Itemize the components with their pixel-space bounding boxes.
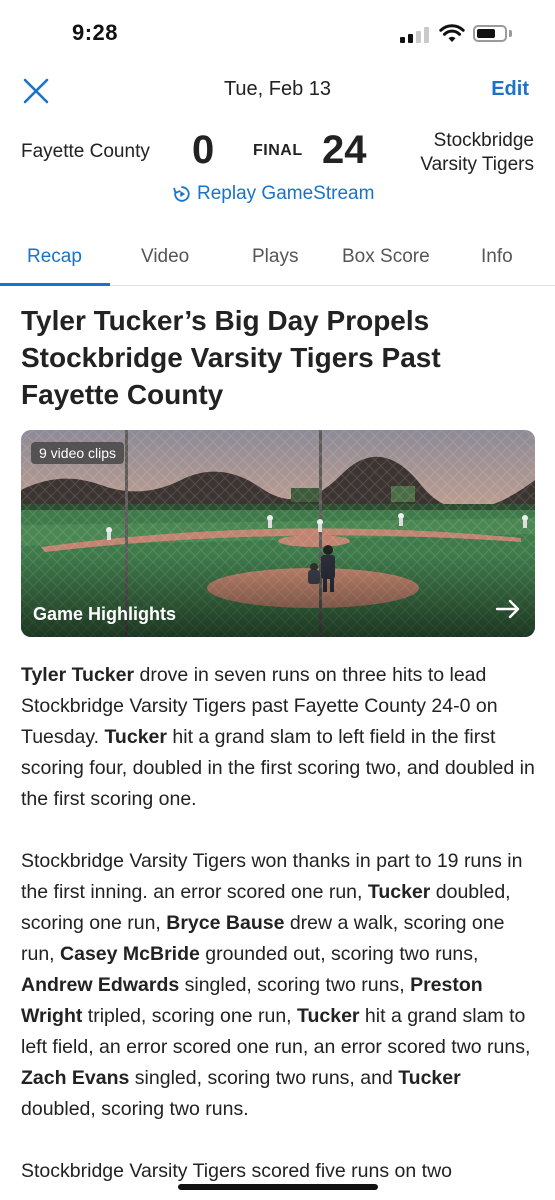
wifi-icon (439, 24, 465, 42)
tab-box-score[interactable]: Box Score (342, 246, 430, 268)
article-paragraph: Tyler Tucker drove in seven runs on thre… (21, 660, 536, 815)
replay-icon (173, 186, 190, 202)
video-title: Game Highlights (33, 604, 177, 624)
cellular-signal-icon (400, 27, 430, 43)
article-text: tripled, scoring one run, (82, 1005, 298, 1027)
player-name: Tucker (297, 1005, 360, 1027)
article-text: doubled, scoring two runs. (21, 1098, 249, 1120)
tab-recap[interactable]: Recap (27, 246, 82, 268)
away-team-name: Fayette County (21, 141, 150, 162)
player-name: Andrew Edwards (21, 974, 180, 996)
replay-label: Replay GameStream (197, 183, 375, 204)
player-name: Tucker (398, 1067, 461, 1089)
game-date: Tue, Feb 13 (223, 78, 332, 100)
article-headline: Tyler Tucker’s Big Day Propels Stockbrid… (21, 305, 441, 410)
article-text: Stockbridge Varsity Tigers scored five r… (21, 1160, 452, 1182)
home-indicator[interactable] (178, 1184, 378, 1190)
article-paragraph: Stockbridge Varsity Tigers scored five r… (21, 1156, 536, 1187)
arrow-right-icon (495, 599, 520, 619)
game-status: FINAL (253, 142, 303, 159)
video-clips-badge: 9 video clips (31, 442, 125, 464)
battery-icon (473, 25, 507, 42)
home-team-line1: Stockbridge (433, 130, 534, 151)
player-name: Tucker (104, 726, 167, 748)
home-score: 24 (322, 128, 367, 172)
article-text: singled, scoring two runs, (179, 974, 411, 996)
article-text: singled, scoring two runs, and (129, 1067, 399, 1089)
battery-tip (509, 30, 512, 37)
status-bar: 9:28 (0, 0, 555, 66)
home-team-line2: Varsity Tigers (420, 154, 534, 175)
replay-gamestream-link[interactable]: Replay GameStream (173, 183, 374, 205)
status-time: 9:28 (72, 20, 119, 45)
player-name: Zach Evans (21, 1067, 130, 1089)
player-name: Casey McBride (60, 943, 200, 965)
home-team-name: Stockbridge Varsity Tigers (394, 129, 534, 177)
player-name: Tucker (367, 881, 431, 903)
tab-video[interactable]: Video (141, 246, 189, 268)
active-tab-indicator (0, 283, 110, 286)
article-paragraph: Stockbridge Varsity Tigers won thanks in… (21, 846, 536, 1125)
article-text: grounded out, scoring two runs, (199, 943, 479, 965)
video-highlights-card[interactable]: 9 video clips Game Highlights (21, 430, 535, 637)
article-body: Tyler Tucker drove in seven runs on thre… (21, 660, 536, 1200)
tab-plays[interactable]: Plays (252, 246, 298, 268)
tab-bar: Recap Video Plays Box Score Info (0, 232, 555, 286)
away-score: 0 (192, 128, 215, 172)
player-name: Bryce Bause (166, 912, 285, 934)
player-name: Tyler Tucker (21, 664, 135, 686)
tab-info[interactable]: Info (481, 246, 513, 268)
edit-button[interactable]: Edit (491, 78, 529, 101)
